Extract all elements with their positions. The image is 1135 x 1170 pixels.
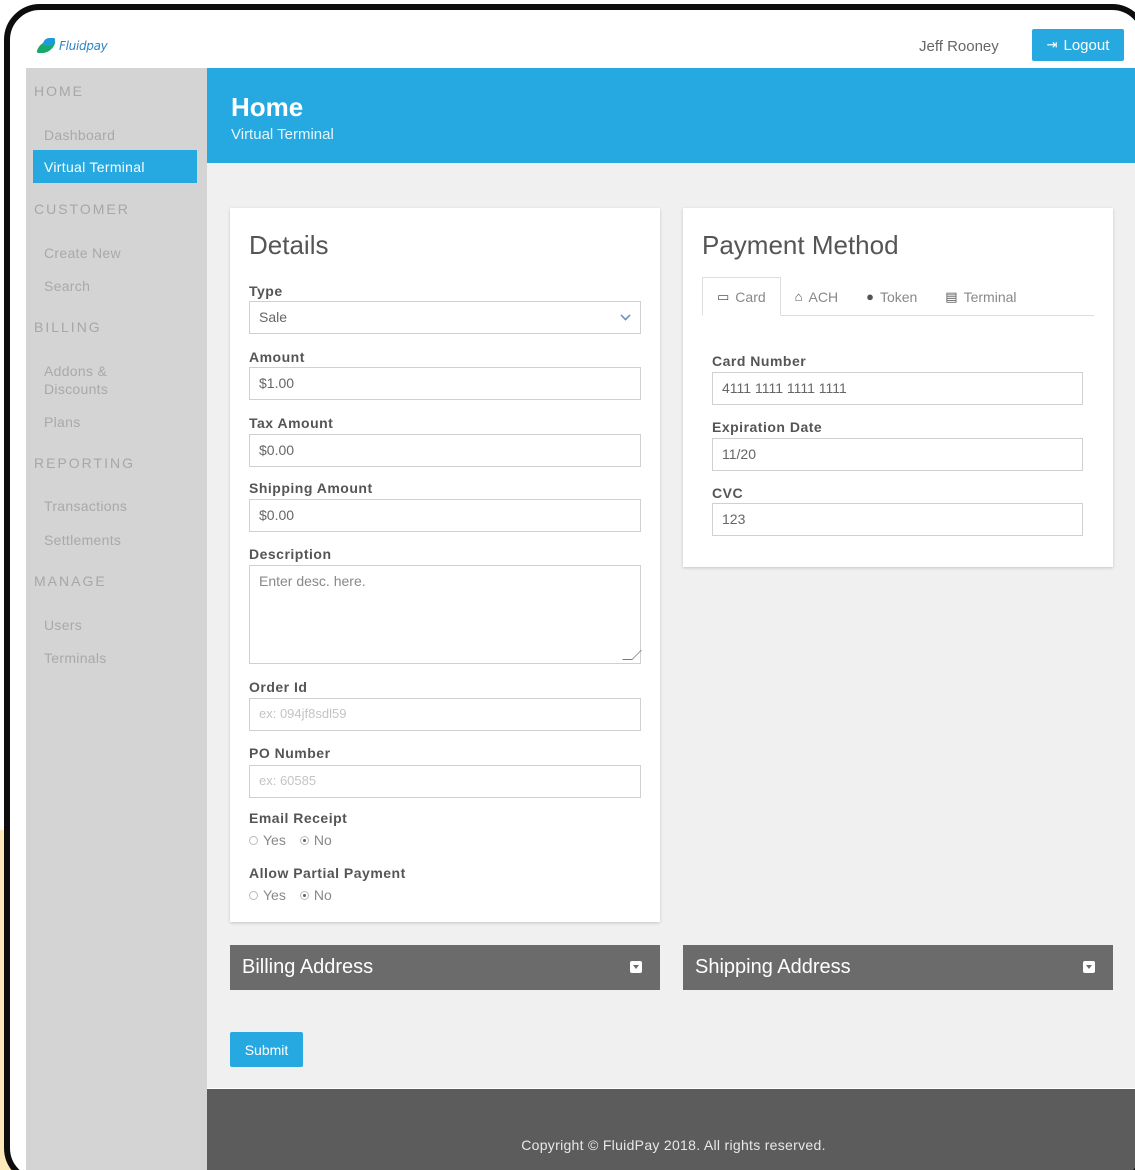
submit-button[interactable]: Submit (230, 1032, 303, 1067)
partial-payment-no[interactable]: No (299, 887, 332, 903)
partial-payment-yes[interactable]: Yes (249, 887, 286, 903)
footer-copyright: Copyright © FluidPay 2018. All rights re… (521, 1137, 826, 1153)
tab-token-label: Token (879, 288, 918, 305)
sidebar-item-addons[interactable]: Addons & (44, 362, 107, 380)
terminal-icon: ▤ (945, 288, 958, 304)
page-subtitle: Virtual Terminal (231, 126, 334, 143)
email-receipt-label: Email Receipt (249, 810, 348, 826)
tab-ach-label: ACH (808, 288, 839, 305)
description-textarea[interactable]: Enter desc. here. (249, 565, 642, 664)
payment-tabs: ▭ Card ⌂ ACH ● Token ▤ Terminal (702, 277, 1094, 316)
partial-payment-label: Allow Partial Payment (249, 865, 406, 881)
fluidpay-logo-icon (38, 38, 56, 54)
description-placeholder: Enter desc. here. (259, 573, 366, 589)
sidebar-item-dashboard[interactable]: Dashboard (44, 126, 115, 144)
chevron-down-icon (620, 310, 631, 321)
logout-icon: ⇥ (1046, 37, 1058, 52)
shipping-address-label: Shipping Address (695, 956, 851, 978)
app-screen: Fluidpay Jeff Rooney ⇥ Logout HOME Dashb… (26, 26, 1135, 1170)
sidebar-item-discounts[interactable]: Discounts (44, 380, 108, 398)
radio-no-checked[interactable] (299, 835, 309, 845)
radio-no-label: No (313, 832, 332, 848)
resize-grip-icon[interactable] (622, 650, 642, 660)
user-name: Jeff Rooney (919, 38, 999, 55)
tab-ach[interactable]: ⌂ ACH (781, 277, 852, 316)
fluidpay-logo[interactable]: Fluidpay (38, 38, 108, 54)
sidebar-heading-customer: CUSTOMER (34, 201, 130, 217)
tab-terminal[interactable]: ▤ Terminal (931, 277, 1030, 316)
logo-text: Fluidpay (59, 39, 108, 53)
tab-card[interactable]: ▭ Card (702, 277, 781, 316)
details-card: Details Type Sale Amount $1.00 Tax Amoun… (230, 208, 660, 922)
sidebar-item-plans[interactable]: Plans (44, 413, 81, 431)
tax-amount-label: Tax Amount (249, 415, 334, 431)
billing-address-toggle[interactable]: Billing Address (230, 945, 660, 990)
sidebar-item-search[interactable]: Search (44, 277, 90, 295)
email-receipt-options: Yes No (249, 832, 340, 848)
footer: Copyright © FluidPay 2018. All rights re… (207, 1089, 1135, 1170)
radio-yes-label: Yes (263, 832, 286, 848)
billing-address-label: Billing Address (242, 956, 374, 978)
radio-no-checked[interactable] (299, 890, 309, 900)
description-label: Description (249, 546, 332, 562)
payment-method-title: Payment Method (702, 230, 899, 260)
page-header: Home Virtual Terminal (207, 68, 1135, 163)
card-number-field[interactable]: 4111 1111 1111 1111 (712, 372, 1083, 405)
cvc-label: CVC (712, 485, 744, 501)
type-label: Type (249, 283, 283, 299)
caret-square-down-icon (630, 961, 642, 973)
sidebar-heading-billing: BILLING (34, 319, 102, 335)
logout-button[interactable]: ⇥ Logout (1032, 29, 1124, 61)
sidebar-item-terminals[interactable]: Terminals (44, 649, 107, 667)
caret-square-down-icon (1083, 961, 1095, 973)
details-title: Details (249, 230, 329, 260)
card-number-label: Card Number (712, 353, 807, 369)
type-select-value: Sale (259, 309, 288, 325)
page-title: Home (231, 92, 304, 122)
radio-yes[interactable] (249, 890, 258, 900)
radio-yes-label: Yes (263, 887, 286, 903)
bank-icon: ⌂ (794, 289, 803, 304)
shipping-address-toggle[interactable]: Shipping Address (683, 945, 1113, 990)
tab-terminal-label: Terminal (963, 288, 1017, 305)
email-receipt-yes[interactable]: Yes (249, 832, 286, 848)
shipping-amount-field[interactable]: $0.00 (249, 499, 641, 532)
type-select[interactable]: Sale (249, 301, 641, 334)
order-id-field[interactable]: ex: 094jf8sdl59 (249, 698, 641, 731)
sidebar: HOME Dashboard Virtual Terminal CUSTOMER… (26, 68, 207, 1170)
tab-token[interactable]: ● Token (852, 277, 931, 316)
amount-label: Amount (249, 349, 305, 365)
tab-card-label: Card (735, 288, 766, 305)
credit-card-icon: ▭ (717, 288, 730, 304)
radio-yes[interactable] (249, 835, 258, 845)
radio-no-label: No (313, 887, 332, 903)
shipping-amount-label: Shipping Amount (249, 480, 373, 496)
expiration-date-field[interactable]: 11/20 (712, 438, 1083, 471)
order-id-label: Order Id (249, 679, 308, 695)
expiration-date-label: Expiration Date (712, 419, 823, 435)
sidebar-item-users[interactable]: Users (44, 616, 82, 634)
sidebar-item-virtual-terminal[interactable]: Virtual Terminal (33, 150, 197, 183)
sidebar-heading-reporting: REPORTING (34, 455, 135, 471)
amount-field[interactable]: $1.00 (249, 367, 641, 400)
po-number-label: PO Number (249, 745, 331, 761)
device-frame: Fluidpay Jeff Rooney ⇥ Logout HOME Dashb… (4, 4, 1135, 1170)
po-number-field[interactable]: ex: 60585 (249, 765, 641, 798)
payment-method-card: Payment Method ▭ Card ⌂ ACH ● Token ▤ Te… (683, 208, 1113, 567)
sidebar-heading-manage: MANAGE (34, 573, 107, 589)
logout-label: Logout (1063, 36, 1110, 54)
email-receipt-no[interactable]: No (299, 832, 332, 848)
partial-payment-options: Yes No (249, 887, 340, 903)
sidebar-item-create-new[interactable]: Create New (44, 244, 121, 262)
sidebar-heading-home: HOME (34, 83, 84, 99)
cvc-field[interactable]: 123 (712, 503, 1083, 536)
user-icon: ● (866, 289, 874, 304)
sidebar-item-transactions[interactable]: Transactions (44, 497, 127, 515)
top-bar: Fluidpay Jeff Rooney ⇥ Logout (26, 26, 1135, 68)
sidebar-item-settlements[interactable]: Settlements (44, 531, 121, 549)
main-content: Details Type Sale Amount $1.00 Tax Amoun… (207, 163, 1135, 1088)
tax-amount-field[interactable]: $0.00 (249, 434, 641, 467)
